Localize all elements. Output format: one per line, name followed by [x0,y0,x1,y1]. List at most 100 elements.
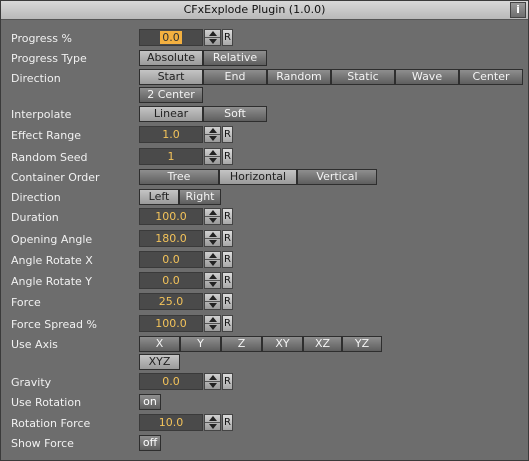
angle-rotate-x-stepper[interactable] [204,251,221,268]
opening-angle-reset-button[interactable]: R [222,230,233,247]
arrow-down-icon [209,282,217,287]
arrow-up-icon [209,416,217,421]
direction-random-button[interactable]: Random [267,69,331,85]
force-field[interactable]: 25.0 [139,293,203,310]
direction-center-button[interactable]: Center [459,69,523,85]
arrow-up-icon [209,210,217,215]
force-stepper[interactable] [204,293,221,310]
arrow-up-icon [209,317,217,322]
use-axis-y-button[interactable]: Y [180,336,221,352]
direction-end-button[interactable]: End [203,69,267,85]
angle-rotate-y-field[interactable]: 0.0 [139,272,203,289]
force-spread-field[interactable]: 100.0 [139,315,203,332]
progress-type-absolute-button[interactable]: Absolute [139,50,203,66]
angle-rotate-x-field[interactable]: 0.0 [139,251,203,268]
rotation-force-field[interactable]: 10.0 [139,414,203,431]
direction-wave-button[interactable]: Wave [395,69,459,85]
angle-rotate-x-reset-button[interactable]: R [222,251,233,268]
interpolate-soft-button[interactable]: Soft [203,106,267,122]
random-seed-field[interactable]: 1 [139,148,203,165]
use-axis-label: Use Axis [11,338,58,351]
force-spread-stepper[interactable] [204,315,221,332]
effect-range-stepper[interactable] [204,126,221,143]
opening-angle-field[interactable]: 180.0 [139,230,203,247]
arrow-down-icon [209,383,217,388]
rotation-force-reset-button[interactable]: R [222,414,233,431]
force-spread-reset-button[interactable]: R [222,315,233,332]
duration-field[interactable]: 100.0 [139,208,203,225]
random-seed-stepper[interactable] [204,148,221,165]
progress-value: 0.0 [160,31,182,44]
arrow-down-icon [209,261,217,266]
effect-range-label: Effect Range [11,129,82,142]
duration-reset-button[interactable]: R [222,208,233,225]
arrow-up-icon [209,295,217,300]
arrow-down-icon [209,303,217,308]
container-order-vertical-button[interactable]: Vertical [297,169,377,185]
gravity-stepper[interactable] [204,373,221,390]
arrow-down-icon [209,325,217,330]
direction2-right-button[interactable]: Right [179,189,221,205]
info-icon[interactable]: i [510,2,526,18]
arrow-up-icon [209,31,217,36]
duration-label: Duration [11,211,59,224]
window-title: CFxExplode Plugin (1.0.0) [183,3,326,16]
direction-static-button[interactable]: Static [331,69,395,85]
direction-label: Direction [11,72,61,85]
force-label: Force [11,296,41,309]
plugin-panel: CFxExplode Plugin (1.0.0) i Progress % 0… [0,0,529,461]
effect-range-field[interactable]: 1.0 [139,126,203,143]
direction2-left-button[interactable]: Left [139,189,179,205]
container-order-label: Container Order [11,171,100,184]
gravity-label: Gravity [11,376,52,389]
angle-rotate-y-reset-button[interactable]: R [222,272,233,289]
effect-range-reset-button[interactable]: R [222,126,233,143]
random-seed-label: Random Seed [11,151,88,164]
duration-stepper[interactable] [204,208,221,225]
rotation-force-stepper[interactable] [204,414,221,431]
progress-type-relative-button[interactable]: Relative [203,50,267,66]
use-axis-xy-button[interactable]: XY [262,336,303,352]
progress-label: Progress % [11,32,72,45]
random-seed-reset-button[interactable]: R [222,148,233,165]
use-rotation-toggle[interactable]: on [139,394,161,410]
use-axis-x-button[interactable]: X [139,336,180,352]
opening-angle-stepper[interactable] [204,230,221,247]
arrow-up-icon [209,232,217,237]
use-axis-xyz-button[interactable]: XYZ [139,354,180,370]
show-force-toggle[interactable]: off [139,435,161,451]
direction-start-button[interactable]: Start [139,69,203,85]
arrow-up-icon [209,150,217,155]
show-force-label: Show Force [11,437,74,450]
arrow-down-icon [209,136,217,141]
direction2-label: Direction [11,191,61,204]
use-axis-xz-button[interactable]: XZ [303,336,342,352]
angle-rotate-y-stepper[interactable] [204,272,221,289]
use-axis-yz-button[interactable]: YZ [342,336,382,352]
arrow-up-icon [209,274,217,279]
interpolate-linear-button[interactable]: Linear [139,106,203,122]
arrow-down-icon [209,218,217,223]
arrow-down-icon [209,240,217,245]
progress-type-label: Progress Type [11,52,87,65]
use-axis-z-button[interactable]: Z [221,336,262,352]
arrow-down-icon [209,158,217,163]
title-bar: CFxExplode Plugin (1.0.0) i [1,1,528,20]
progress-reset-button[interactable]: R [222,29,233,46]
gravity-field[interactable]: 0.0 [139,373,203,390]
progress-stepper[interactable] [204,29,221,46]
use-rotation-label: Use Rotation [11,396,82,409]
container-order-horizontal-button[interactable]: Horizontal [219,169,297,185]
angle-rotate-y-label: Angle Rotate Y [11,275,93,288]
arrow-down-icon [209,39,217,44]
arrow-up-icon [209,128,217,133]
direction-2center-button[interactable]: 2 Center [139,87,203,103]
container-order-tree-button[interactable]: Tree [139,169,219,185]
arrow-down-icon [209,424,217,429]
force-reset-button[interactable]: R [222,293,233,310]
arrow-up-icon [209,253,217,258]
progress-field[interactable]: 0.0 [139,29,203,46]
interpolate-label: Interpolate [11,108,72,121]
gravity-reset-button[interactable]: R [222,373,233,390]
force-spread-label: Force Spread % [11,318,97,331]
